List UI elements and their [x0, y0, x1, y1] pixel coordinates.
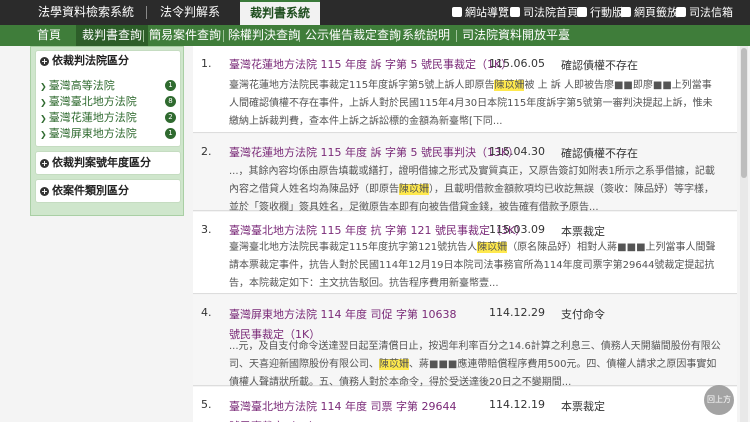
- mobile-link[interactable]: 行動版: [577, 0, 623, 25]
- result-date: 115.06.05: [489, 57, 545, 70]
- result-date: 114.12.29: [489, 306, 545, 319]
- result-date: 115.03.09: [489, 223, 545, 236]
- divider: [299, 30, 300, 42]
- divider: [396, 30, 397, 42]
- result-number: 5.: [201, 398, 212, 411]
- result-item: 3. 臺灣臺北地方法院 115 年度 抗 字第 121 號民事裁定（3K） 11…: [193, 212, 737, 294]
- plus-icon: +: [40, 187, 49, 196]
- nav-open-data[interactable]: 司法院資料開放平臺: [462, 25, 570, 46]
- search-highlight: 陳苡姍: [477, 242, 508, 253]
- nav-home[interactable]: 首頁: [37, 25, 61, 46]
- result-title-link[interactable]: 臺灣臺北地方法院 114 年度 司票 字第 29644 號民事裁定（1K）: [229, 397, 459, 422]
- divider: [223, 30, 224, 42]
- nav-public-notice[interactable]: 公示催告裁定查詢: [305, 25, 401, 46]
- sitemap-icon: [452, 7, 462, 17]
- tab-legal-search[interactable]: 法學資料檢索系統: [38, 0, 134, 25]
- court-item[interactable]: ❯ 臺灣花蓮地方法院 2: [40, 110, 178, 125]
- mail-icon: [676, 7, 686, 17]
- court-filter-panel: + 依裁判法院區分 ❯ 臺灣高等法院 1 ❯ 臺灣臺北地方法院 8 ❯ 臺灣花蓮地方法院 2 …: [35, 50, 181, 147]
- category-filter-heading[interactable]: + 依案件類別區分: [36, 180, 180, 200]
- results-list: 1. 臺灣花蓮地方法院 115 年度 訴 字第 5 號民事裁定（1K） 115.…: [193, 46, 737, 422]
- result-snippet: 臺灣花蓮地方法院民事裁定115年度訴字第5號上訴人即原告陳苡姍被 上 訴 人即被…: [229, 80, 713, 127]
- result-title-link[interactable]: 臺灣臺北地方法院 115 年度 抗 字第 121 號民事裁定（3K）: [229, 222, 526, 238]
- search-highlight: 陳苡姍: [379, 359, 409, 370]
- result-number: 2.: [201, 145, 212, 158]
- count-badge: 1: [165, 128, 176, 139]
- plus-icon: +: [40, 159, 49, 168]
- mobile-icon: [577, 7, 587, 17]
- tab-laws-rulings[interactable]: 法令判解系統: [155, 0, 225, 44]
- scroll-thumb[interactable]: [741, 48, 747, 178]
- court-item[interactable]: ❯ 臺灣屏東地方法院 1: [40, 126, 178, 141]
- result-cause: 本票裁定: [561, 400, 605, 413]
- category-filter-panel[interactable]: + 依案件類別區分: [35, 179, 181, 203]
- court-item[interactable]: ❯ 臺灣臺北地方法院 8: [40, 94, 178, 109]
- tab-judgment-system[interactable]: 裁判書系統: [240, 0, 320, 25]
- divider: [143, 30, 144, 42]
- judicial-home-link[interactable]: 司法院首頁: [510, 0, 578, 25]
- filter-sidebar: + 依裁判法院區分 ❯ 臺灣高等法院 1 ❯ 臺灣臺北地方法院 8 ❯ 臺灣花蓮地方法院 2 …: [30, 46, 184, 216]
- result-title-link[interactable]: 臺灣花蓮地方法院 115 年度 訴 字第 5 號民事裁定（1K）: [229, 56, 512, 72]
- nav-system-help[interactable]: 系統說明: [402, 25, 450, 46]
- result-number: 3.: [201, 223, 212, 236]
- result-snippet: 臺灣臺北地方法院民事裁定115年度抗字第121號抗告人陳苡姍（原名陳品妤）相對人…: [229, 242, 716, 289]
- result-cause: 確認債權不存在: [561, 59, 638, 72]
- mailbox-link[interactable]: 司法信箱: [676, 0, 733, 25]
- nav-judgment-search[interactable]: 裁判書查詢: [76, 25, 149, 46]
- result-date: 115.04.30: [489, 145, 545, 158]
- sitemap-link[interactable]: 網站導覽: [452, 0, 509, 25]
- court-filter-heading[interactable]: + 依裁判法院區分: [36, 51, 180, 71]
- court-item[interactable]: ❯ 臺灣高等法院 1: [40, 78, 178, 93]
- result-date: 114.12.19: [489, 398, 545, 411]
- result-item: 2. 臺灣花蓮地方法院 115 年度 訴 字第 5 號民事判決（13K） 115…: [193, 134, 737, 213]
- year-filter-panel[interactable]: + 依裁判案號年度區分: [35, 151, 181, 175]
- plus-icon: +: [40, 57, 49, 66]
- search-highlight: 陳苡姍: [494, 80, 525, 91]
- result-number: 1.: [201, 57, 212, 70]
- result-cause: 本票裁定: [561, 225, 605, 238]
- result-item: 4. 臺灣屏東地方法院 114 年度 司促 字第 10638 號民事裁定（1K）…: [193, 295, 737, 388]
- globe-icon: [621, 7, 631, 17]
- main-nav: 首頁 裁判書查詢 簡易案件查詢 除權判決查詢 公示催告裁定查詢 系統說明 司法院…: [0, 25, 750, 46]
- home-icon: [510, 7, 520, 17]
- divider: [146, 6, 147, 19]
- count-badge: 2: [165, 112, 176, 123]
- bookmark-link[interactable]: 網頁籤放: [621, 0, 678, 25]
- count-badge: 1: [165, 80, 176, 91]
- result-item: 5. 臺灣臺北地方法院 114 年度 司票 字第 29644 號民事裁定（1K）…: [193, 387, 737, 422]
- result-snippet: ...，其餘內容均係由原告填載或繕打，證明借據之形式及實質真正，又原告簽訂如附表…: [229, 166, 715, 213]
- result-snippet: ...元，及自支付命令送達翌日起至清償日止，按週年利率百分之14.6計算之利息三…: [229, 341, 721, 388]
- chevron-right-icon: ❯: [40, 114, 47, 123]
- count-badge: 8: [165, 96, 176, 107]
- page-scrollbar[interactable]: [740, 46, 748, 422]
- result-cause: 確認債權不存在: [561, 147, 638, 160]
- year-filter-heading[interactable]: + 依裁判案號年度區分: [36, 152, 180, 172]
- nav-simple-case-search[interactable]: 簡易案件查詢: [149, 25, 221, 46]
- divider: [456, 30, 457, 42]
- system-bar: 法學資料檢索系統 法令判解系統 裁判書系統 網站導覽 司法院首頁 行動版 網頁籤…: [0, 0, 750, 44]
- result-cause: 支付命令: [561, 308, 605, 321]
- search-highlight: 陳苡姍: [399, 184, 429, 195]
- chevron-right-icon: ❯: [40, 130, 47, 139]
- result-title-link[interactable]: 臺灣花蓮地方法院 115 年度 訴 字第 5 號民事判決（13K）: [229, 144, 519, 160]
- result-number: 4.: [201, 306, 212, 319]
- chevron-right-icon: ❯: [40, 82, 47, 91]
- chevron-right-icon: ❯: [40, 98, 47, 107]
- back-to-top-button[interactable]: 回上方: [704, 385, 734, 415]
- result-item: 1. 臺灣花蓮地方法院 115 年度 訴 字第 5 號民事裁定（1K） 115.…: [193, 46, 737, 133]
- nav-exclusion-judgment[interactable]: 除權判決查詢: [228, 25, 300, 46]
